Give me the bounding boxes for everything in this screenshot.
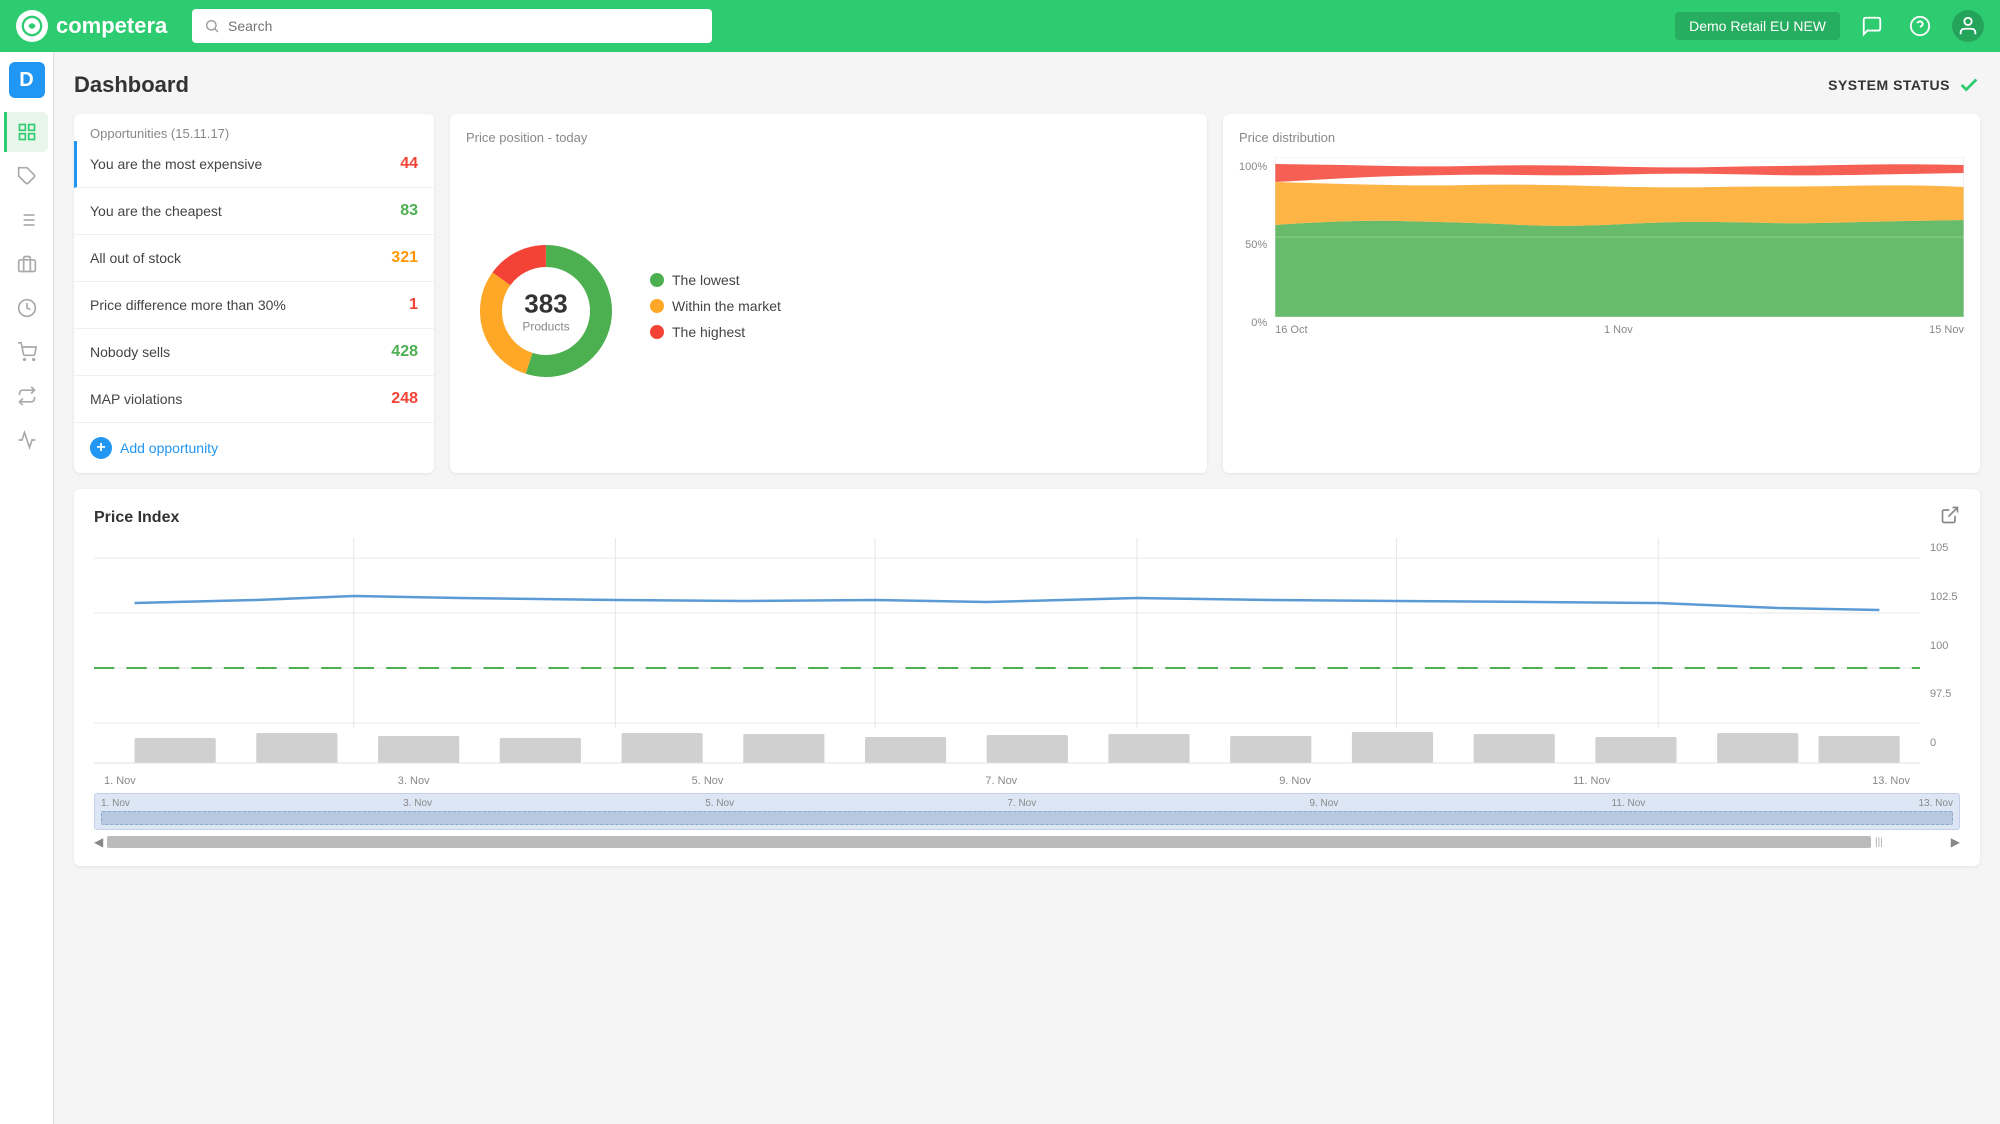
logo-text: competera xyxy=(56,13,167,39)
main-content: Dashboard SYSTEM STATUS Opportunities (1… xyxy=(54,52,2000,1124)
scroll-left-arrow[interactable]: ◀ xyxy=(94,835,103,849)
top-navigation: competera Demo Retail EU NEW xyxy=(0,0,2000,52)
sidebar-item-analytics[interactable] xyxy=(7,420,47,460)
scroll-right-arrow[interactable]: ▶ xyxy=(1951,835,1960,849)
add-opportunity-button[interactable]: + Add opportunity xyxy=(74,423,434,473)
price-index-title: Price Index xyxy=(94,509,179,527)
sidebar-item-workspace[interactable] xyxy=(7,244,47,284)
legend-label-market: Within the market xyxy=(672,298,781,314)
pi-y-labels: 105 102.5 100 97.5 0 xyxy=(1924,538,1960,787)
system-status: SYSTEM STATUS xyxy=(1828,74,1980,96)
price-index-line-chart xyxy=(94,538,1920,768)
legend-dot-market xyxy=(650,299,664,313)
h-scroll-track[interactable] xyxy=(107,836,1871,848)
sidebar-item-dashboard[interactable] xyxy=(4,112,48,152)
dashboard-top-row: Opportunities (15.11.17) You are the mos… xyxy=(74,114,1980,473)
opportunities-header: Opportunities (15.11.17) xyxy=(74,114,434,141)
legend-label-highest: The highest xyxy=(672,324,745,340)
sidebar-item-history[interactable] xyxy=(7,288,47,328)
legend-lowest: The lowest xyxy=(650,272,781,288)
opp-count: 83 xyxy=(400,202,418,220)
scroll-center-handle[interactable]: ||| xyxy=(1875,837,1883,848)
legend-market: Within the market xyxy=(650,298,781,314)
chat-button[interactable] xyxy=(1856,10,1888,42)
donut-container: 383 Products The lowest Within the marke… xyxy=(466,157,1191,457)
legend-label-lowest: The lowest xyxy=(672,272,740,288)
nav-right: Demo Retail EU NEW xyxy=(1675,10,1984,42)
price-distribution-title: Price distribution xyxy=(1239,130,1964,145)
horizontal-scrollbar[interactable]: ◀ ||| ▶ xyxy=(94,834,1960,850)
x-axis-labels: 16 Oct 1 Nov 15 Nov xyxy=(1275,324,1964,336)
opp-label: Price difference more than 30% xyxy=(90,297,286,313)
opp-count: 321 xyxy=(391,249,418,267)
opp-label: MAP violations xyxy=(90,391,182,407)
opportunities-panel: Opportunities (15.11.17) You are the mos… xyxy=(74,114,434,473)
opp-label: All out of stock xyxy=(90,250,181,266)
price-distribution-chart: 16 Oct 1 Nov 15 Nov xyxy=(1275,157,1964,347)
user-avatar-sidebar[interactable]: D xyxy=(9,62,45,98)
donut-number: 383 xyxy=(522,289,569,320)
opp-count: 1 xyxy=(409,296,418,314)
logo: competera xyxy=(16,10,176,42)
opp-label: You are the cheapest xyxy=(90,203,222,219)
donut-center: 383 Products xyxy=(522,289,569,334)
opportunity-item-5[interactable]: MAP violations 248 xyxy=(74,376,434,423)
opportunity-item-3[interactable]: Price difference more than 30% 1 xyxy=(74,282,434,329)
help-button[interactable] xyxy=(1904,10,1936,42)
user-avatar[interactable] xyxy=(1952,10,1984,42)
search-icon xyxy=(204,18,220,34)
logo-icon xyxy=(16,10,48,42)
donut-subtitle: Products xyxy=(522,320,569,334)
sidebar-item-cart[interactable] xyxy=(7,332,47,372)
donut-chart: 383 Products xyxy=(466,231,626,391)
range-track[interactable] xyxy=(101,811,1953,825)
opp-count: 428 xyxy=(391,343,418,361)
opp-label: Nobody sells xyxy=(90,344,170,360)
legend-dot-highest xyxy=(650,325,664,339)
sidebar: D xyxy=(0,52,54,1124)
opp-count: 44 xyxy=(400,155,418,173)
sidebar-item-list[interactable] xyxy=(7,200,47,240)
demo-retail-button[interactable]: Demo Retail EU NEW xyxy=(1675,12,1840,40)
price-distribution-chart-area: 100% 50% 0% xyxy=(1239,157,1964,347)
opportunity-item-2[interactable]: All out of stock 321 xyxy=(74,235,434,282)
opportunity-item-4[interactable]: Nobody sells 428 xyxy=(74,329,434,376)
scroll-x-labels: 1. Nov 3. Nov 5. Nov 7. Nov 9. Nov 11. N… xyxy=(101,798,1953,809)
page-header: Dashboard SYSTEM STATUS xyxy=(74,72,1980,98)
price-position-title: Price position - today xyxy=(466,130,1191,145)
pi-x-labels: 1. Nov 3. Nov 5. Nov 7. Nov 9. Nov 11. N… xyxy=(94,775,1920,787)
price-index-header: Price Index xyxy=(94,505,1960,530)
price-index-card: Price Index xyxy=(74,489,1980,866)
opportunity-item-0[interactable]: You are the most expensive 44 xyxy=(74,141,434,188)
price-distribution-card: Price distribution 100% 50% 0% xyxy=(1223,114,1980,473)
price-position-legend: The lowest Within the market The highest xyxy=(650,272,781,350)
sidebar-item-compare[interactable] xyxy=(7,376,47,416)
h-scroll-thumb xyxy=(107,836,1871,848)
add-opportunity-icon: + xyxy=(90,437,112,459)
opportunities-list: You are the most expensive 44 You are th… xyxy=(74,141,434,423)
opp-label: You are the most expensive xyxy=(90,156,262,172)
opp-count: 248 xyxy=(391,390,418,408)
price-index-chart-wrapper: 1. Nov 3. Nov 5. Nov 7. Nov 9. Nov 11. N… xyxy=(94,538,1960,787)
price-index-chart-container: 1. Nov 3. Nov 5. Nov 7. Nov 9. Nov 11. N… xyxy=(94,538,1920,787)
sidebar-item-categories[interactable] xyxy=(7,156,47,196)
add-opportunity-label: Add opportunity xyxy=(120,440,218,456)
expand-icon[interactable] xyxy=(1940,505,1960,530)
y-axis-labels: 100% 50% 0% xyxy=(1239,157,1271,347)
price-position-card: Price position - today xyxy=(450,114,1207,473)
page-title: Dashboard xyxy=(74,72,189,98)
legend-dot-lowest xyxy=(650,273,664,287)
search-bar[interactable] xyxy=(192,9,712,43)
search-input[interactable] xyxy=(228,18,700,34)
legend-highest: The highest xyxy=(650,324,781,340)
opportunity-item-1[interactable]: You are the cheapest 83 xyxy=(74,188,434,235)
range-scroll-area[interactable]: 1. Nov 3. Nov 5. Nov 7. Nov 9. Nov 11. N… xyxy=(94,793,1960,830)
